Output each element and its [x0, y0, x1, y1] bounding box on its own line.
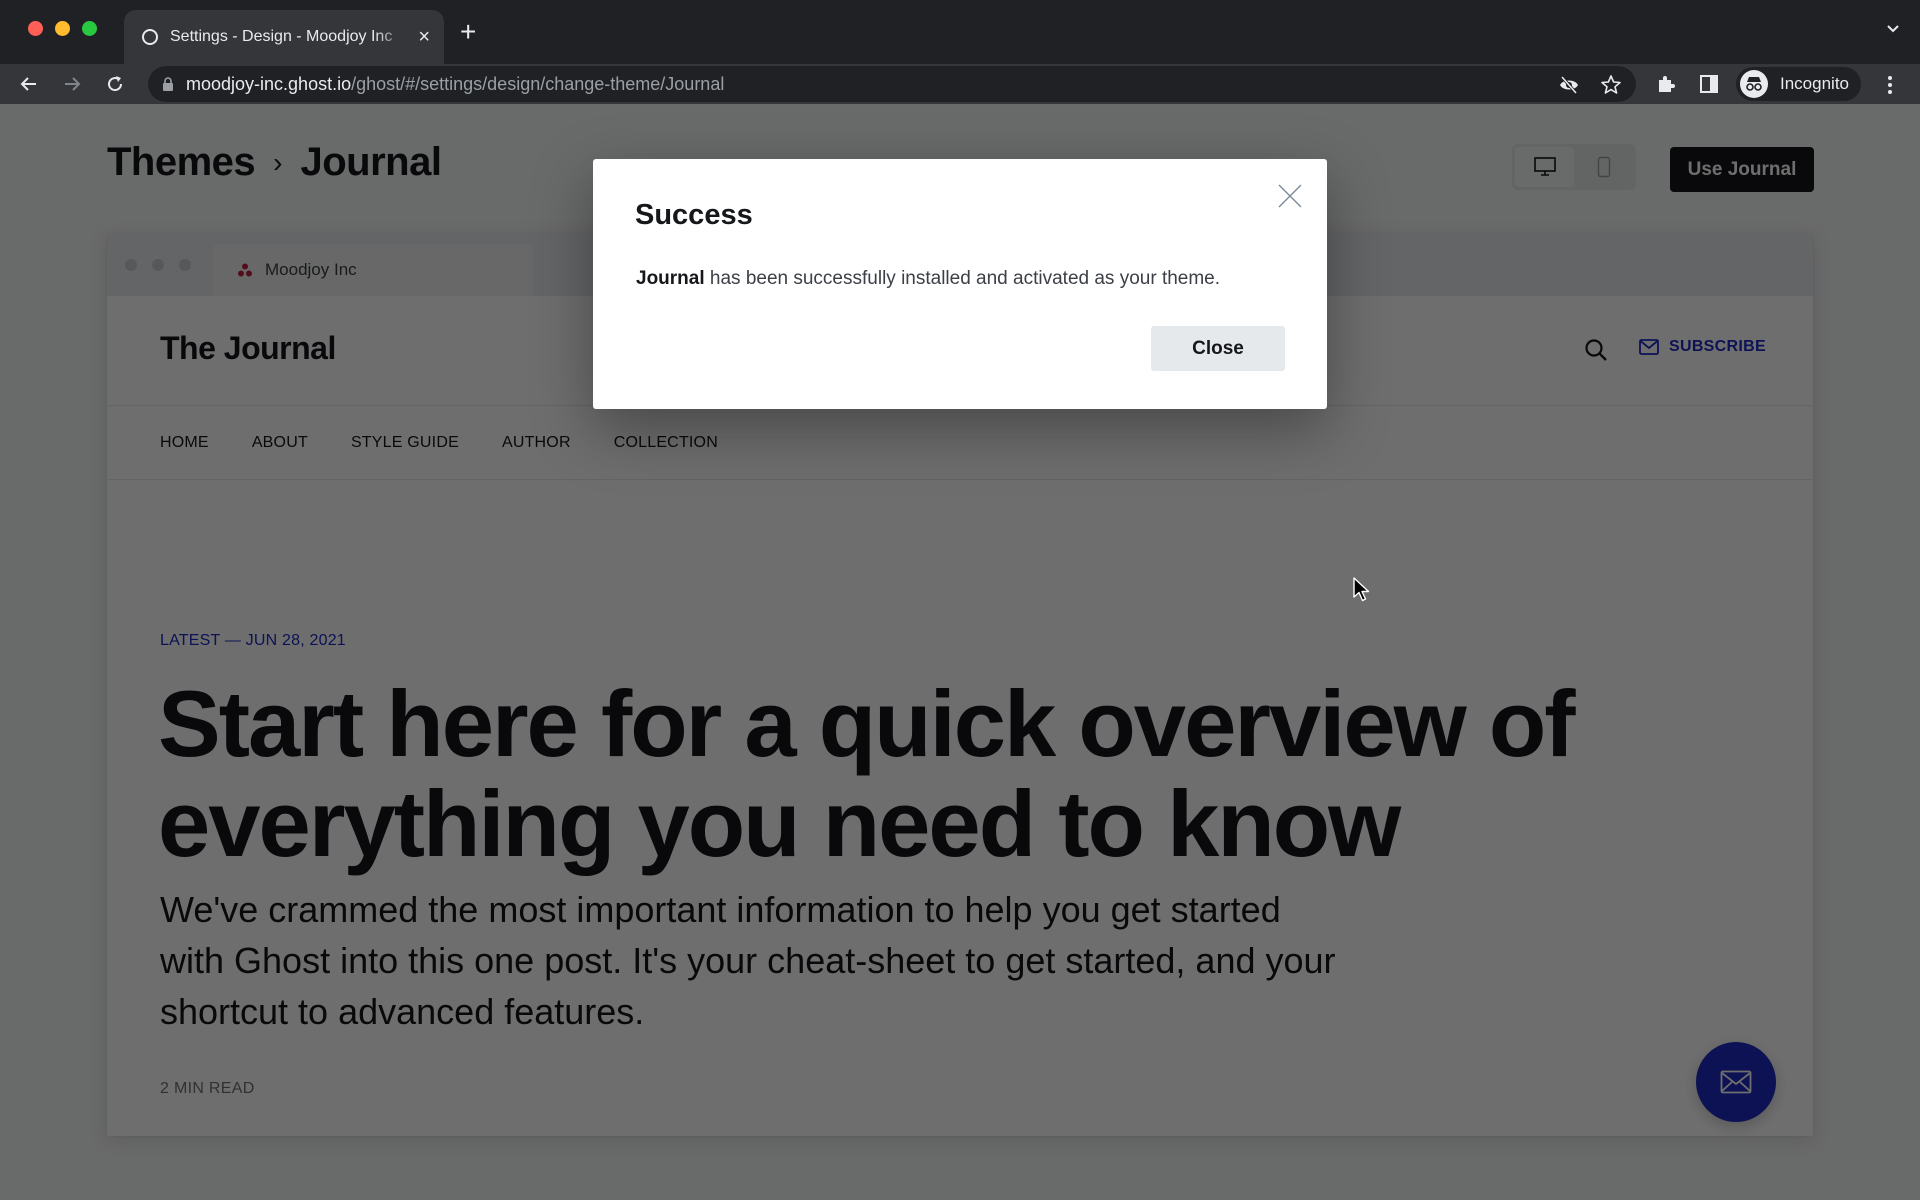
reload-icon	[108, 76, 123, 92]
address-bar[interactable]: moodjoy-inc.ghost.io/ghost/#/settings/de…	[148, 66, 1636, 102]
reload-button[interactable]	[101, 70, 129, 98]
window-zoom-button[interactable]	[82, 21, 97, 36]
url-path: /ghost/#/settings/design/change-theme/Jo…	[351, 73, 725, 94]
browser-tab-bar: Settings - Design - Moodjoy Inc × +	[0, 0, 1920, 64]
modal-body-theme-name: Journal	[636, 268, 705, 289]
page-viewport: Themes › Journal Use Journal Moodjoy Inc…	[0, 104, 1920, 1200]
modal-body-text: has been successfully installed and acti…	[704, 268, 1221, 289]
new-tab-button[interactable]: +	[460, 18, 476, 46]
back-button[interactable]	[15, 70, 43, 98]
modal-title: Success	[635, 199, 753, 231]
window-minimize-button[interactable]	[55, 21, 70, 36]
success-modal: Success Journal has been successfully in…	[593, 159, 1327, 409]
incognito-icon	[1740, 70, 1768, 98]
close-icon[interactable]	[1277, 183, 1303, 209]
tab-title: Settings - Design - Moodjoy Inc	[170, 28, 393, 45]
extensions-icon[interactable]	[1655, 73, 1677, 95]
profile-button[interactable]: Incognito	[1736, 67, 1861, 101]
eye-off-icon[interactable]	[1558, 74, 1580, 96]
browser-toolbar: moodjoy-inc.ghost.io/ghost/#/settings/de…	[0, 64, 1920, 104]
loading-favicon-icon	[142, 29, 158, 45]
profile-label: Incognito	[1780, 74, 1849, 93]
url-host: moodjoy-inc.ghost.io	[186, 73, 352, 94]
side-panel-icon[interactable]	[1698, 73, 1720, 95]
tab-list-chevron-icon[interactable]	[1886, 22, 1900, 36]
back-icon	[20, 77, 36, 91]
forward-icon	[65, 77, 81, 91]
tab-close-button[interactable]: ×	[418, 27, 430, 47]
modal-body: Journal has been successfully installed …	[636, 268, 1220, 290]
browser-tab-active[interactable]: Settings - Design - Moodjoy Inc ×	[124, 10, 444, 64]
star-icon[interactable]	[1600, 74, 1622, 96]
window-close-button[interactable]	[28, 21, 43, 36]
forward-button[interactable]	[58, 70, 86, 98]
close-button[interactable]: Close	[1151, 326, 1285, 371]
mouse-pointer-icon	[1353, 577, 1370, 602]
more-icon[interactable]	[1884, 74, 1896, 96]
lock-icon	[163, 77, 173, 91]
